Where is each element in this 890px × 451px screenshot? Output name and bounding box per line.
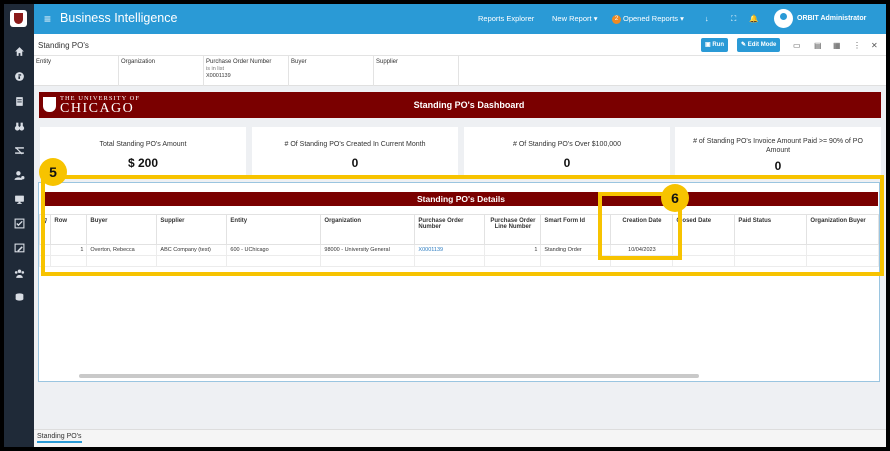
dashboard-banner: Standing PO's Dashboard THE UNIVERSITY O… bbox=[39, 92, 881, 118]
tab-standing-pos[interactable]: Standing PO's bbox=[37, 433, 82, 443]
edit-icon: ✎ bbox=[741, 42, 748, 48]
filter-label: Supplier bbox=[376, 59, 399, 65]
filter-supplier[interactable]: Supplier bbox=[374, 56, 459, 86]
top-bar: ≡ Business Intelligence Reports Explorer… bbox=[34, 4, 886, 34]
users-gear-icon[interactable] bbox=[4, 166, 34, 184]
university-logo-icon[interactable] bbox=[10, 10, 27, 27]
logo-line-2: CHICAGO bbox=[60, 101, 135, 116]
close-icon[interactable]: ✕ bbox=[871, 41, 878, 50]
shuffle-icon[interactable] bbox=[4, 141, 34, 159]
binoculars-icon[interactable] bbox=[4, 117, 34, 135]
opened-reports-menu[interactable]: 2 Opened Reports ▾ bbox=[612, 14, 684, 24]
callout-box-details bbox=[41, 175, 884, 276]
save-icon[interactable]: ▭ bbox=[793, 41, 801, 50]
kpi-label: # of Standing PO's Invoice Amount Paid >… bbox=[693, 138, 863, 154]
kpi-card-over-100000: # Of Standing PO's Over $100,000 0 bbox=[464, 127, 670, 175]
chevron-down-icon: ▾ bbox=[680, 14, 684, 23]
filter-entity[interactable]: Entity bbox=[34, 56, 119, 86]
run-label: Run bbox=[712, 42, 725, 48]
footer-tabs: Standing PO's bbox=[34, 429, 886, 447]
filter-operator: is in list bbox=[206, 66, 225, 72]
kpi-card-invoice-paid-90: # of Standing PO's Invoice Amount Paid >… bbox=[675, 127, 881, 175]
more-options-icon[interactable]: ⋮ bbox=[853, 41, 861, 50]
report-icon[interactable] bbox=[4, 67, 34, 85]
filter-value: X0001139 bbox=[206, 73, 231, 79]
filter-label: Buyer bbox=[291, 59, 307, 65]
kpi-card-created-current-month: # Of Standing PO's Created In Current Mo… bbox=[252, 127, 458, 175]
chevron-down-icon: ▾ bbox=[593, 14, 598, 23]
app-title: Business Intelligence bbox=[60, 11, 178, 25]
filter-label: Entity bbox=[36, 59, 52, 65]
fullscreen-icon[interactable]: ⛶ bbox=[731, 14, 736, 24]
filter-label: Organization bbox=[121, 59, 156, 65]
page-header: Standing PO's ▣ Run ✎ Edit Mode ▭ ▤ ▦ ⋮ … bbox=[34, 34, 886, 56]
checklist-icon[interactable] bbox=[4, 214, 34, 232]
book-icon[interactable] bbox=[4, 92, 34, 110]
callout-number-6: 6 bbox=[661, 184, 689, 212]
page-title: Standing PO's bbox=[38, 41, 89, 50]
new-report-label: New Report bbox=[552, 14, 592, 23]
dashboard-title: Standing PO's Dashboard bbox=[413, 100, 525, 110]
filter-organization[interactable]: Organization bbox=[119, 56, 204, 86]
opened-count-badge: 2 bbox=[612, 15, 621, 24]
reports-explorer-link[interactable]: Reports Explorer bbox=[478, 14, 534, 23]
kpi-value: 0 bbox=[774, 159, 782, 173]
pen-board-icon[interactable] bbox=[4, 239, 34, 257]
user-avatar-icon[interactable] bbox=[774, 9, 793, 28]
document-icon[interactable]: ▤ bbox=[814, 41, 822, 50]
run-button[interactable]: ▣ Run bbox=[701, 38, 729, 52]
kpi-label: Total Standing PO's Amount bbox=[99, 141, 187, 148]
group-icon[interactable] bbox=[4, 264, 34, 282]
new-report-menu[interactable]: New Report ▾ bbox=[552, 14, 597, 23]
sql-icon[interactable] bbox=[4, 288, 34, 306]
kpi-value: 0 bbox=[351, 156, 359, 170]
kpi-value: 0 bbox=[563, 156, 571, 170]
kpi-value: $ 200 bbox=[127, 156, 159, 170]
callout-number-5: 5 bbox=[39, 158, 67, 186]
app-window: ≡ Business Intelligence Reports Explorer… bbox=[4, 4, 886, 447]
filter-purchase-order-number[interactable]: Purchase Order Number is in list X000113… bbox=[204, 56, 289, 86]
filter-buyer[interactable]: Buyer bbox=[289, 56, 374, 86]
edit-mode-label: Edit Mode bbox=[747, 42, 777, 48]
notification-bell-icon[interactable]: 🔔 bbox=[749, 14, 758, 23]
filter-label: Purchase Order Number bbox=[206, 59, 272, 65]
user-name[interactable]: ORBIT Administrator bbox=[797, 15, 866, 22]
kpi-label: # Of Standing PO's Over $100,000 bbox=[513, 141, 621, 148]
edit-mode-button[interactable]: ✎ Edit Mode bbox=[737, 38, 781, 52]
filter-bar: Entity Organization Purchase Order Numbe… bbox=[34, 56, 886, 86]
horizontal-scrollbar[interactable] bbox=[79, 374, 699, 378]
monitor-icon[interactable] bbox=[4, 190, 34, 208]
kpi-card-total-amount: Total Standing PO's Amount $ 200 bbox=[40, 127, 246, 175]
download-icon[interactable]: ↓ bbox=[705, 14, 709, 23]
opened-reports-label: Opened Reports bbox=[623, 14, 679, 23]
hamburger-menu-icon[interactable]: ≡ bbox=[44, 12, 51, 26]
home-icon[interactable] bbox=[4, 42, 34, 60]
calendar-icon[interactable]: ▦ bbox=[833, 41, 841, 50]
shield-icon bbox=[43, 97, 56, 112]
kpi-label: # Of Standing PO's Created In Current Mo… bbox=[284, 141, 426, 148]
sidebar bbox=[4, 4, 34, 447]
